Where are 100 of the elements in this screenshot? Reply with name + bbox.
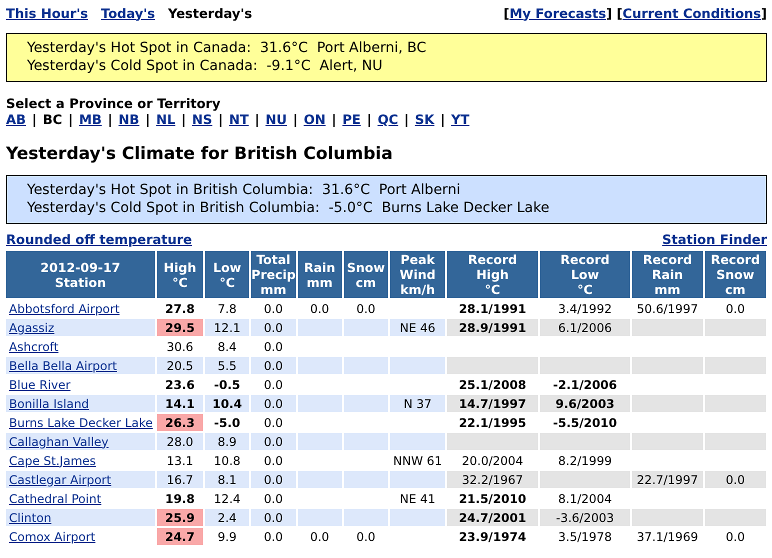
header-link[interactable]: My Forecasts [509,6,606,22]
separator: | [292,113,298,129]
table-cell-text: 0.0 [262,338,284,355]
station-link[interactable]: Blue River [9,378,70,392]
table-cell: 0.0 [251,395,296,412]
province-link[interactable]: AB [6,113,26,129]
column-header: Record Snow cm [704,251,766,298]
table-cell: 0.0 [704,471,766,488]
table-cell-text: 0.0 [262,490,284,507]
table-cell-text: 0.0 [309,528,330,545]
separator: | [108,113,113,129]
column-header: Peak Wind km/h [390,251,446,298]
table-cell-text: 13.1 [166,452,194,469]
table-cell: -3.6/2003 [540,509,630,526]
table-cell-text: 0.0 [724,300,746,317]
province-link[interactable]: MB [78,113,102,129]
table-cell: NE 46 [390,319,446,336]
table-cell: 0.0 [251,319,296,336]
table-link[interactable]: Station Finder [662,233,767,249]
table-cell: 29.5 [156,319,204,336]
section-label: Select a Province or Territory [6,97,222,113]
table-cell: 0.0 [251,357,296,374]
header-link[interactable]: Current Conditions [622,6,762,22]
province-link[interactable]: QC [378,113,398,129]
table-cell-text: 37.1/1969 [636,528,700,545]
separator: | [254,113,260,129]
table-cell-text: 21.5/2010 [458,490,528,507]
bracket: [ [504,6,510,22]
province-link[interactable]: NL [156,113,176,129]
table-cell: 12.1 [205,319,250,336]
table-cell-text: -5.0 [213,414,242,431]
station-link[interactable]: Burns Lake Decker Lake [9,416,153,430]
table-cell-text: 3.5/1978 [557,528,613,545]
table-cell: 22.7/1997 [632,471,703,488]
table-cell: 8.1 [205,471,250,488]
separator: | [181,113,186,129]
table-cell-text: 8.4 [216,338,238,355]
province-link[interactable]: PE [342,113,361,129]
column-header: Snow cm [344,251,388,298]
column-header: Record High °C [447,251,538,298]
column-header: 2012-09-17 Station [6,251,155,298]
separator: | [218,113,224,129]
table-cell-text: 0.0 [724,528,746,545]
table-cell-text: 0.0 [262,414,284,431]
separator: | [404,113,409,129]
nav-tab[interactable]: This Hour's [6,6,88,22]
table-cell-text: 0.0 [262,528,284,545]
table-cell-text: 0.0 [262,452,284,469]
table-cell: 0.0 [251,471,296,488]
province-link[interactable]: SK [414,113,434,129]
bracket: [ [616,6,623,22]
spot-text: Yesterday's Hot Spot in Canada: 31.6°C Port Alberni, BC [27,39,428,57]
table-cell-text: -2.1/2006 [552,376,618,393]
province-link[interactable]: NT [229,113,249,129]
table-cell: 20.5 [156,357,204,374]
table-cell-text: 0.0 [309,300,330,317]
table-cell-text: 8.2/1999 [557,452,613,469]
table-cell-text: 30.6 [166,338,194,355]
nav-tab[interactable]: Today's [101,6,155,22]
column-header: Rain mm [298,251,342,298]
table-cell: 9.6/2003 [540,395,630,412]
table-cell-text: 0.0 [355,528,376,545]
station-link[interactable]: Abbotsford Airport [9,302,120,316]
table-cell: 6.1/2006 [540,319,630,336]
province-link[interactable]: ON [304,113,326,129]
station-link[interactable]: Ashcroft [9,340,58,354]
table-link[interactable]: Rounded off temperature [6,233,192,249]
table-cell-text: 0.0 [262,300,284,317]
spot-text: Yesterday's Cold Spot in Canada: -9.1°C Alert, NU [27,57,384,75]
table-cell-text: 25.1/2008 [458,376,528,393]
table-cell-text: 7.8 [216,300,238,317]
table-cell-text: 0.0 [262,376,284,393]
table-cell: 5.5 [205,357,250,374]
station-link[interactable]: Cape St.James [9,454,96,468]
table-cell-text: 9.9 [216,528,238,545]
province-link[interactable]: NS [192,113,212,129]
table-cell: 16.7 [156,471,204,488]
table-cell-text: 10.8 [212,452,242,469]
separator: | [366,113,372,129]
table-cell: 26.3 [156,414,204,431]
bracket: ] [606,6,612,22]
province-link[interactable]: NB [118,113,140,129]
station-link[interactable]: Comox Airport [9,530,96,544]
table-cell-text: 50.6/1997 [636,300,700,317]
table-cell-text: 23.9/1974 [458,528,528,545]
station-link[interactable]: Cathedral Point [9,492,102,506]
province-link[interactable]: YT [451,113,470,129]
table-cell: 10.4 [205,395,250,412]
province-link[interactable]: NU [266,113,287,129]
table-cell-text: 8.1/2004 [557,490,613,507]
table-cell: N 37 [390,395,446,412]
table-cell: 25.9 [156,509,204,526]
nav-tab[interactable]: Yesterday's [168,6,252,22]
province-link[interactable]: BC [42,113,62,129]
separator: | [440,113,446,129]
table-cell-text: -5.5/2010 [552,414,618,431]
table-cell-text: 22.1/1995 [458,414,528,431]
separator: | [68,113,73,129]
table-cell: 8.9 [205,433,250,450]
separator: | [32,113,37,129]
